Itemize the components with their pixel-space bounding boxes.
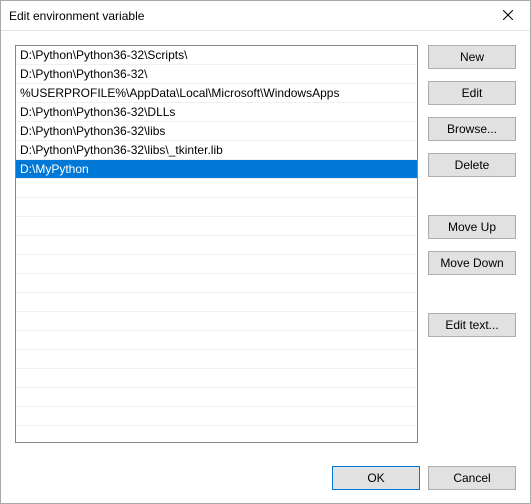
path-row[interactable]: D:\Python\Python36-32\libs\_tkinter.lib xyxy=(16,141,417,160)
new-button[interactable]: New xyxy=(428,45,516,69)
path-row[interactable]: D:\Python\Python36-32\ xyxy=(16,65,417,84)
path-row[interactable]: D:\Python\Python36-32\libs xyxy=(16,122,417,141)
edit-text-button[interactable]: Edit text... xyxy=(428,313,516,337)
path-row[interactable] xyxy=(16,255,417,274)
path-row[interactable] xyxy=(16,198,417,217)
move-down-button[interactable]: Move Down xyxy=(428,251,516,275)
path-row[interactable] xyxy=(16,312,417,331)
path-row[interactable]: D:\Python\Python36-32\Scripts\ xyxy=(16,46,417,65)
path-row[interactable] xyxy=(16,179,417,198)
close-button[interactable] xyxy=(485,1,530,31)
titlebar: Edit environment variable xyxy=(1,1,530,31)
move-up-button[interactable]: Move Up xyxy=(428,215,516,239)
path-row[interactable] xyxy=(16,388,417,407)
edit-button[interactable]: Edit xyxy=(428,81,516,105)
ok-button[interactable]: OK xyxy=(332,466,420,490)
path-row[interactable] xyxy=(16,331,417,350)
dialog-body: D:\Python\Python36-32\Scripts\D:\Python\… xyxy=(1,31,530,453)
path-row[interactable] xyxy=(16,274,417,293)
path-list[interactable]: D:\Python\Python36-32\Scripts\D:\Python\… xyxy=(15,45,418,443)
edit-env-var-dialog: Edit environment variable D:\Python\Pyth… xyxy=(0,0,531,504)
close-icon xyxy=(503,9,513,23)
path-row[interactable] xyxy=(16,236,417,255)
path-row[interactable]: D:\MyPython xyxy=(16,160,417,179)
path-row[interactable] xyxy=(16,369,417,388)
side-buttons: New Edit Browse... Delete Move Up Move D… xyxy=(428,45,516,453)
path-row[interactable]: D:\Python\Python36-32\DLLs xyxy=(16,103,417,122)
path-row[interactable]: %USERPROFILE%\AppData\Local\Microsoft\Wi… xyxy=(16,84,417,103)
browse-button[interactable]: Browse... xyxy=(428,117,516,141)
path-row[interactable] xyxy=(16,350,417,369)
path-row[interactable] xyxy=(16,293,417,312)
delete-button[interactable]: Delete xyxy=(428,153,516,177)
cancel-button[interactable]: Cancel xyxy=(428,466,516,490)
window-title: Edit environment variable xyxy=(9,9,144,23)
path-row[interactable] xyxy=(16,217,417,236)
path-row[interactable] xyxy=(16,407,417,426)
path-row[interactable] xyxy=(16,426,417,443)
dialog-footer: OK Cancel xyxy=(1,453,530,503)
